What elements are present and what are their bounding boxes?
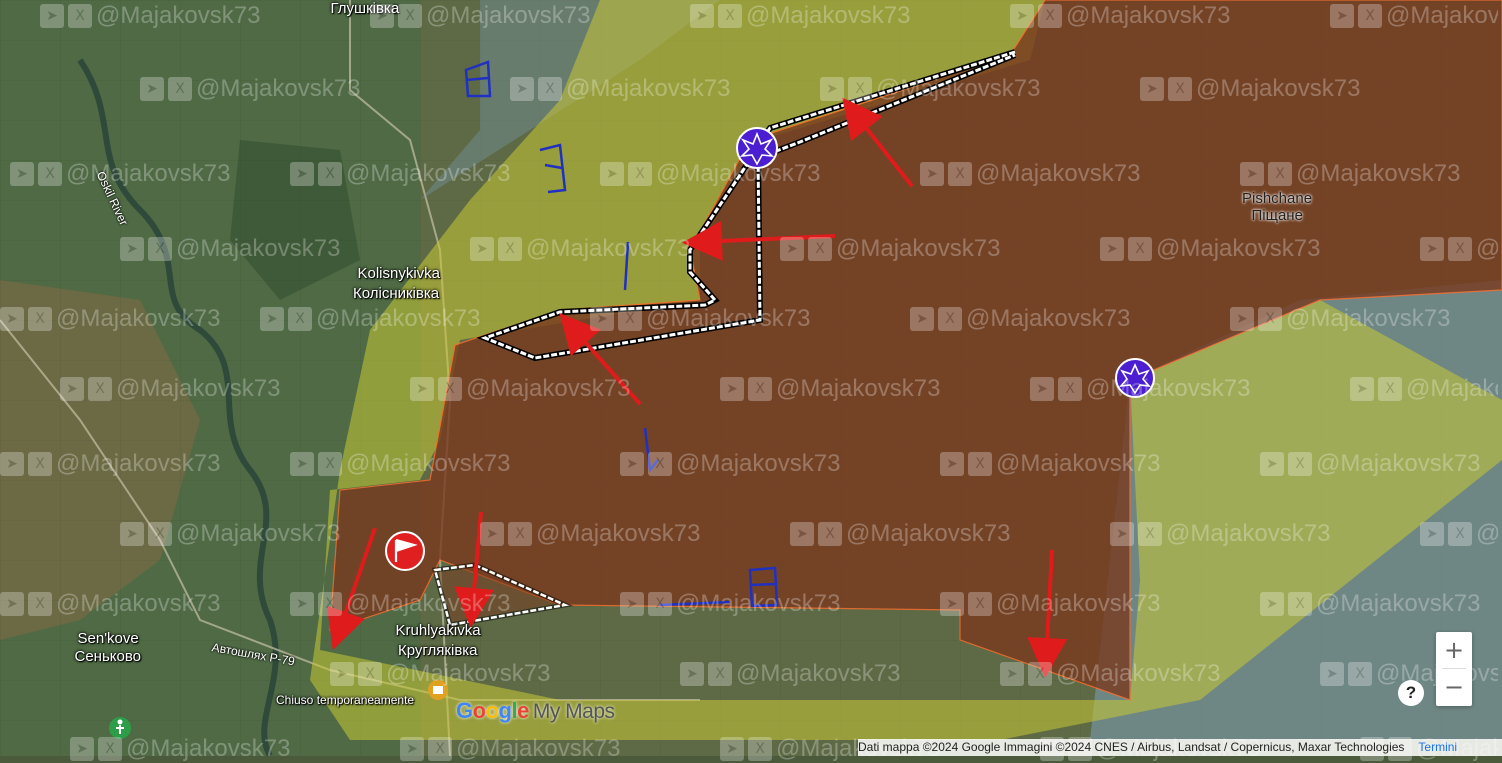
zoom-out-button[interactable]: −: [1436, 669, 1472, 705]
zoom-in-button[interactable]: +: [1436, 632, 1472, 668]
place-label: Колісниківка: [353, 285, 440, 302]
terms-link[interactable]: Termini: [1418, 739, 1457, 756]
flag-icon[interactable]: [385, 531, 425, 571]
place-label: Kolisnykivka: [357, 265, 441, 282]
place-label: Kruhlyakivka: [395, 622, 481, 639]
person-icon[interactable]: [109, 717, 131, 739]
place-label: Pishchane: [1242, 190, 1313, 207]
place-label: Піщане: [1251, 207, 1303, 224]
help-button[interactable]: ?: [1398, 680, 1424, 706]
attribution-bar: Dati mappa ©2024 Google Immagini ©2024 C…: [858, 739, 1502, 756]
poi-icon[interactable]: [428, 680, 448, 700]
explosion-icon[interactable]: [736, 127, 778, 169]
attribution-text: Dati mappa ©2024 Google Immagini ©2024 C…: [858, 740, 1405, 754]
place-label: Глушківка: [330, 0, 400, 17]
place-label: Chiuso temporaneamente: [276, 693, 415, 707]
place-label: Кругляківка: [398, 642, 478, 659]
explosion-icon[interactable]: [1115, 358, 1155, 398]
google-my-maps-logo: Google My Maps: [456, 698, 615, 723]
place-label: Sen'kove: [77, 630, 139, 647]
place-label: Сеньково: [74, 648, 142, 665]
zoom-control: + −: [1436, 632, 1472, 706]
